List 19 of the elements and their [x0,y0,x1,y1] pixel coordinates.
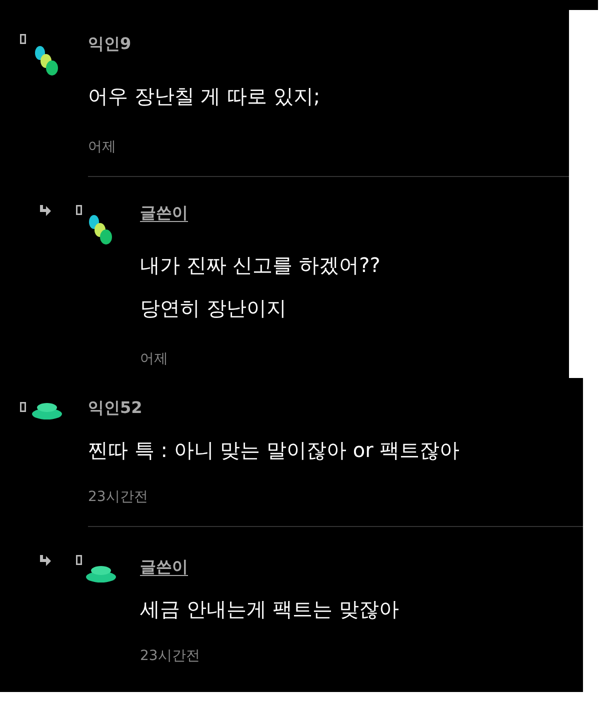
timestamp: 23시간전 [88,488,148,506]
comment-text: 내가 진짜 신고를 하겠어?? [140,252,380,279]
author-name: 글쓴이 [140,557,188,577]
reply-arrow-icon [38,555,52,567]
reply-arrow-icon [38,205,52,217]
comment-text: 찐따 특 : 아니 맞는 말이잖아 or 팩트잖아 [88,437,460,464]
comment-text: 당연히 장난이지 [140,295,286,322]
badge-icon [76,555,82,565]
timestamp: 어제 [140,350,168,368]
timestamp: 어제 [88,138,116,156]
timestamp: 23시간전 [140,647,200,665]
badge-icon [76,205,82,215]
author-name: 익인52 [88,398,142,418]
comment-text: 어우 장난칠 게 따로 있지; [88,83,320,110]
author-name: 글쓴이 [140,203,188,223]
badge-icon [20,34,26,44]
badge-icon [20,402,26,412]
comment-text: 세금 안내는게 팩트는 맞잖아 [140,596,400,623]
author-name: 익인9 [88,34,132,54]
